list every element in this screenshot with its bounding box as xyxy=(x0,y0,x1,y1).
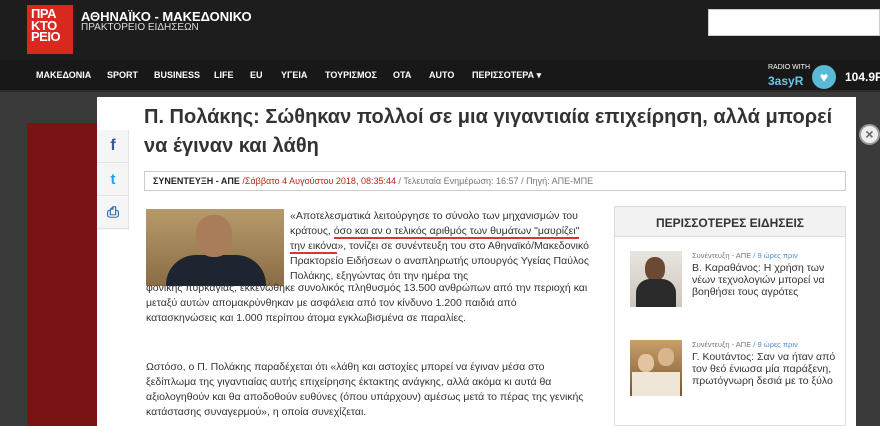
thumb-body xyxy=(636,279,676,307)
thumb-body xyxy=(632,372,680,396)
nav-item-ota[interactable]: ΟΤΑ xyxy=(393,70,411,80)
article-date: /Σάββατο 4 Αυγούστου 2018, 08:35:44 xyxy=(242,176,396,186)
logo-line: ΡΕΙΟ xyxy=(31,29,61,44)
brand-subtitle: ΠΡΑΚΤΟΡΕΙΟ ΕΙΔΗΣΕΩΝ xyxy=(81,22,199,33)
more-news-sidebar: ΠΕΡΙΣΣΟΤΕΡΕΣ ΕΙΔΗΣΕΙΣ Συνέντευξη - ΑΠΕ /… xyxy=(614,206,846,426)
news-meta: Συνέντευξη - ΑΠΕ / 9 ώρες πριν xyxy=(692,251,798,260)
radio-name: 3asyR xyxy=(768,74,804,88)
news-time: / 9 ώρες πριν xyxy=(751,251,798,260)
article-tag[interactable]: ΣΥΝΕΝΤΕΥΞΗ - ΑΠΕ xyxy=(153,176,240,186)
nav-item-more[interactable]: ΠΕΡΙΣΣΟΤΕΡΑ ▾ xyxy=(472,70,541,81)
article-paragraph: Ωστόσο, ο Π. Πολάκης παραδέχεται ότι «λά… xyxy=(146,361,584,418)
article-source: / Πηγή: ΑΠΕ-ΜΠΕ xyxy=(521,176,594,186)
nav-item-sport[interactable]: SPORT xyxy=(107,70,138,80)
thumb-head xyxy=(645,257,665,281)
nav-item-auto[interactable]: AUTO xyxy=(429,70,454,80)
print-icon[interactable]: ⎙ xyxy=(97,196,129,229)
article-title: Π. Πολάκης: Σώθηκαν πολλοί σε μια γιγαντ… xyxy=(144,106,833,157)
photo-figure-head xyxy=(196,215,232,257)
article-photo xyxy=(146,209,284,286)
nav-item-makedonia[interactable]: ΜΑΚΕΔΟΝΙΑ xyxy=(36,70,91,80)
news-time: / 9 ώρες πριν xyxy=(751,340,798,349)
thumb-head xyxy=(638,354,654,372)
twitter-icon[interactable]: t xyxy=(97,163,129,196)
article-updated: / Τελευταία Ενημέρωση: 16:57 xyxy=(398,176,519,186)
top-header: ΠΡΑ ΚΤΟ ΡΕΙΟ ΑΘΗΝΑΪΚΟ - ΜΑΚΕΔΟΝΙΚΟ ΠΡΑΚΤ… xyxy=(0,0,880,60)
facebook-icon[interactable]: f xyxy=(97,130,129,163)
news-source: Συνέντευξη - ΑΠΕ xyxy=(692,340,752,349)
news-title[interactable]: Γ. Κουτάντος: Σαν να ήταν από τον θεό έν… xyxy=(692,351,842,387)
share-bar: f t ⎙ xyxy=(97,130,129,230)
nav-item-life[interactable]: LIFE xyxy=(214,70,234,80)
radio-small-text: RADIO WITH xyxy=(768,64,810,71)
article-meta: ΣΥΝΕΝΤΕΥΞΗ - ΑΠΕ /Σάββατο 4 Αυγούστου 20… xyxy=(144,171,846,191)
article-paragraph: «Αποτελεσματικά λειτούργησε το σύνολο τω… xyxy=(290,209,590,284)
nav-item-health[interactable]: ΥΓΕΙΑ xyxy=(281,70,307,80)
article-paragraph-continued: φονικής πυρκαγιάς, εκκενώθηκε συνολικός … xyxy=(146,282,588,324)
nav-more-label: ΠΕΡΙΣΣΟΤΕΡΑ xyxy=(472,70,535,80)
news-source: Συνέντευξη - ΑΠΕ xyxy=(692,251,752,260)
close-icon[interactable]: × xyxy=(859,124,880,145)
heart-icon[interactable]: ♥ xyxy=(812,65,836,89)
news-thumbnail[interactable] xyxy=(630,251,682,307)
news-meta: Συνέντευξη - ΑΠΕ / 9 ώρες πριν xyxy=(692,340,798,349)
sidebar-heading: ΠΕΡΙΣΣΟΤΕΡΕΣ ΕΙΔΗΣΕΙΣ xyxy=(615,207,845,237)
search-input[interactable] xyxy=(708,9,880,36)
nav-item-eu[interactable]: EU xyxy=(250,70,263,80)
radio-frequency: 104.9F xyxy=(845,70,880,84)
nav-item-tourism[interactable]: ΤΟΥΡΙΣΜΟΣ xyxy=(325,70,377,80)
thumb-head xyxy=(658,348,674,366)
site-logo[interactable]: ΠΡΑ ΚΤΟ ΡΕΙΟ xyxy=(27,5,73,54)
news-thumbnail[interactable] xyxy=(630,340,682,396)
caret-down-icon: ▾ xyxy=(536,70,542,80)
news-title[interactable]: Β. Καραθάνος: Η χρήση των νέων τεχνολογι… xyxy=(692,262,842,298)
left-ad-column xyxy=(27,123,97,426)
main-nav: ΜΑΚΕΔΟΝΙΑ SPORT BUSINESS LIFE EU ΥΓΕΙΑ Τ… xyxy=(0,60,880,92)
nav-item-business[interactable]: BUSINESS xyxy=(154,70,200,80)
